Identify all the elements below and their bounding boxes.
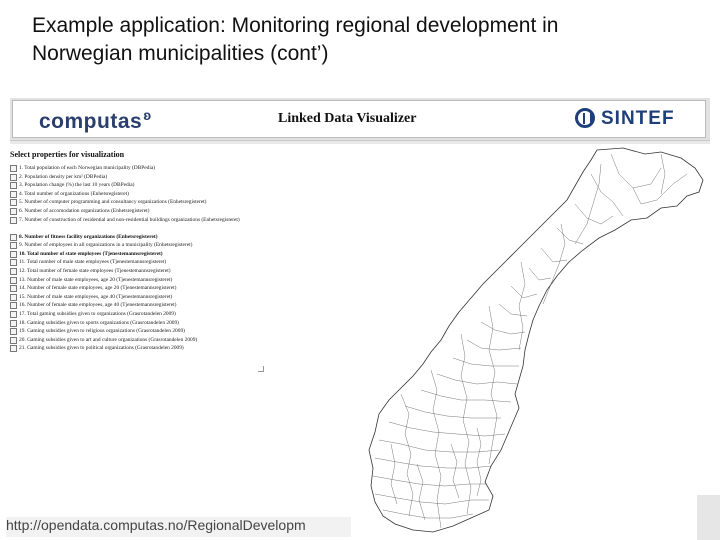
property-item-17[interactable]: 17. Total gaming subsidies given to orga…	[10, 310, 358, 319]
property-checkbox[interactable]	[10, 190, 17, 198]
computas-logo-text: computas	[39, 110, 143, 133]
slide-title: Example application: Monitoring regional…	[32, 12, 702, 68]
property-label: 8. Number of fitness facility organizati…	[19, 233, 158, 240]
property-item-3[interactable]: 3. Population change (%) the last 10 yea…	[10, 181, 358, 190]
app-header-frame: computasʚ Linked Data Visualizer SINTEF	[12, 100, 706, 138]
property-checkbox[interactable]	[10, 293, 17, 301]
property-checkbox[interactable]	[10, 233, 17, 241]
property-item-18[interactable]: 18. Gaming subsidies given to sports org…	[10, 319, 358, 328]
url-footer: http://opendata.computas.no/RegionalDeve…	[6, 517, 351, 537]
property-checkbox[interactable]	[10, 259, 17, 267]
property-item-1[interactable]: 1. Total population of each Norwegian mu…	[10, 164, 358, 173]
property-checkbox[interactable]	[10, 310, 17, 318]
property-item-15[interactable]: 15. Number of male state employees, age …	[10, 293, 358, 302]
property-item-2[interactable]: 2. Population density per km² (DBPedia)	[10, 173, 358, 182]
property-label: 1. Total population of each Norwegian mu…	[19, 165, 156, 171]
property-checkbox[interactable]	[10, 242, 17, 250]
sintef-logo-text: SINTEF	[601, 108, 675, 129]
property-item-8[interactable]: 8. Number of fitness facility organizati…	[10, 233, 358, 242]
property-label: 2. Population density per km² (DBPedia)	[19, 173, 108, 180]
property-label: 18. Gaming subsidies given to sports org…	[19, 319, 179, 326]
property-item-16[interactable]: 16. Number of female state employees, ag…	[10, 301, 358, 310]
property-checkbox[interactable]	[10, 319, 17, 327]
property-label: 16. Number of female state employees, ag…	[19, 302, 177, 309]
app-title: Linked Data Visualizer	[278, 111, 417, 126]
resize-handle-icon[interactable]	[258, 366, 264, 372]
slide-title-line-2: Norwegian municipalities (cont’)	[32, 42, 329, 65]
property-label: 20. Gaming subsidies given to art and cu…	[19, 336, 198, 343]
computas-logo: computasʚ	[39, 107, 152, 134]
property-label: 6. Number of accomodation organizations …	[19, 207, 150, 214]
sintef-ring-icon	[575, 108, 595, 128]
property-item-21[interactable]: 21. Gaming subsidies given to political …	[10, 344, 358, 353]
property-checkbox[interactable]	[10, 182, 17, 190]
app-header: computasʚ Linked Data Visualizer SINTEF	[10, 98, 710, 141]
property-label: 15. Number of male state employees, age …	[19, 293, 173, 300]
property-item-12[interactable]: 12. Total number of female state employe…	[10, 267, 358, 276]
panel-heading: Select properties for visualization	[10, 150, 125, 159]
property-item-13[interactable]: 13. Number of male state employees, age …	[10, 276, 358, 285]
property-label: 10. Total number of state employees (Tje…	[19, 250, 163, 257]
property-label: 7. Number of construction of residential…	[19, 216, 240, 223]
property-item-4[interactable]: 4. Total number of organizations (Enhets…	[10, 190, 358, 199]
source-url-link[interactable]: http://opendata.computas.no/RegionalDeve…	[6, 517, 306, 533]
property-list: 1. Total population of each Norwegian mu…	[10, 164, 358, 353]
property-checkbox[interactable]	[10, 345, 17, 353]
slide-edge-decoration	[697, 495, 720, 540]
property-checkbox[interactable]	[10, 328, 17, 336]
property-item-19[interactable]: 19. Gaming subsidies given to religious …	[10, 327, 358, 336]
property-item-9[interactable]: 9. Number of employees in all organizati…	[10, 241, 358, 250]
property-checkbox[interactable]	[10, 302, 17, 310]
property-checkbox[interactable]	[10, 207, 17, 215]
property-label: 11. Total number of male state employees…	[19, 259, 167, 266]
property-checkbox[interactable]	[10, 276, 17, 284]
property-label: 12. Total number of female state employe…	[19, 267, 171, 274]
property-checkbox[interactable]	[10, 285, 17, 293]
property-label: 3. Population change (%) the last 10 yea…	[19, 182, 135, 189]
property-checkbox[interactable]	[10, 267, 17, 275]
property-checkbox[interactable]	[10, 216, 17, 224]
property-item-14[interactable]: 14. Number of female state employees, ag…	[10, 284, 358, 293]
app-screenshot: computasʚ Linked Data Visualizer SINTEF …	[10, 98, 710, 540]
property-item-11[interactable]: 11. Total number of male state employees…	[10, 258, 358, 267]
property-label: 17. Total gaming subsidies given to orga…	[19, 310, 176, 317]
slide-title-line-1: Example application: Monitoring regional…	[32, 14, 559, 37]
property-item-20[interactable]: 20. Gaming subsidies given to art and cu…	[10, 336, 358, 345]
norway-outline	[368, 147, 704, 533]
property-label: 14. Number of female state employees, ag…	[19, 285, 177, 292]
property-checkbox[interactable]	[10, 336, 17, 344]
norway-map-svg[interactable]	[361, 144, 710, 540]
property-label: 13. Number of male state employees, age …	[19, 276, 173, 283]
municipality-map[interactable]	[361, 144, 710, 540]
computas-swirl-icon: ʚ	[143, 107, 152, 123]
property-item-7[interactable]: 7. Number of construction of residential…	[10, 216, 358, 233]
sintef-logo: SINTEF	[573, 108, 693, 132]
property-item-5[interactable]: 5. Number of computer programming and co…	[10, 198, 358, 207]
property-item-10[interactable]: 10. Total number of state employees (Tje…	[10, 250, 358, 259]
property-label: 5. Number of computer programming and co…	[19, 199, 207, 206]
property-label: 9. Number of employees in all organizati…	[19, 242, 193, 249]
property-item-6[interactable]: 6. Number of accomodation organizations …	[10, 207, 358, 216]
property-checkbox[interactable]	[10, 250, 17, 258]
property-checkbox[interactable]	[10, 173, 17, 181]
property-checkbox[interactable]	[10, 199, 17, 207]
property-label: 19. Gaming subsidies given to religious …	[19, 328, 185, 335]
property-selection-panel: Select properties for visualization 1. T…	[10, 144, 362, 540]
property-checkbox[interactable]	[10, 165, 17, 172]
property-label: 21. Gaming subsidies given to political …	[19, 345, 184, 352]
property-label: 4. Total number of organizations (Enhets…	[19, 190, 129, 197]
